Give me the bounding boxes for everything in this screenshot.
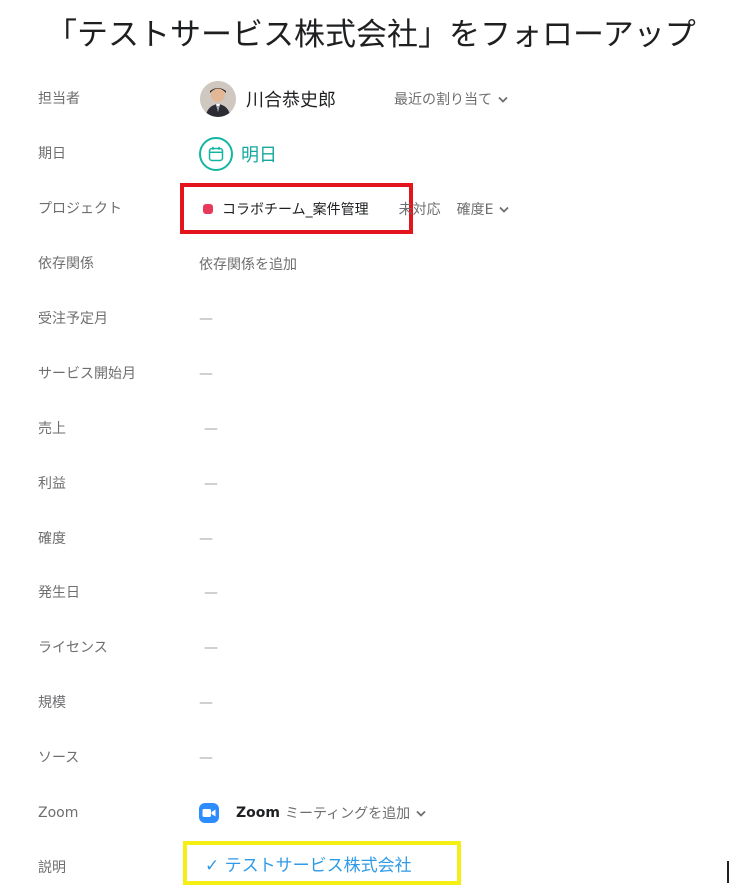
project-name[interactable]: コラボチーム_案件管理 [222,199,369,219]
field-label-order-month: 受注予定月 [38,311,108,327]
zoom-add-meeting-label: Zoom ミーティングを追加 [236,803,426,823]
field-row-source: ソース — [0,738,731,778]
description-link[interactable]: ✓ テストサービス株式会社 [205,851,412,876]
license-value[interactable]: — [204,628,218,668]
field-label-scale: 規模 [38,695,66,711]
empty-value: — [199,311,213,327]
chevron-down-icon [416,810,426,817]
field-row-due-date: 期日 明日 [0,134,731,174]
empty-value: — [204,640,218,656]
field-row-scale: 規模 — [0,683,731,723]
field-label-assignee: 担当者 [38,91,80,107]
field-label-due-date: 期日 [38,146,66,162]
scale-value[interactable]: — [199,683,213,723]
task-title[interactable]: 「テストサービス株式会社」をフォローアップ [46,12,731,58]
empty-value: — [199,695,213,711]
field-row-dependencies: 依存関係 依存関係を追加 [0,244,731,284]
field-label-certainty: 確度 [38,531,66,547]
field-row-sales: 売上 — [0,409,731,449]
empty-value: — [199,531,213,547]
field-row-license: ライセンス — [0,628,731,668]
field-row-zoom: Zoom Zoom ミーティングを追加 [0,793,731,833]
zoom-brand: Zoom [236,805,280,821]
calendar-icon [199,137,233,171]
add-dependency-label: 依存関係を追加 [199,257,297,273]
field-label-license: ライセンス [38,640,108,656]
certainty-field-value[interactable]: — [199,519,213,559]
occurred-date-value[interactable]: — [204,573,218,613]
field-row-profit: 利益 — [0,464,731,504]
field-label-service-start: サービス開始月 [38,366,136,382]
field-label-project: プロジェクト [38,201,122,217]
field-label-sales: 売上 [38,421,66,437]
empty-value: — [199,750,213,766]
empty-value: — [199,366,213,382]
zoom-action: ミーティングを追加 [284,806,411,822]
field-row-project: プロジェクト コラボチーム_案件管理 未対応 確度E [0,189,731,229]
assignee-value[interactable]: 川合恭史郎 最近の割り当て [199,79,508,119]
profit-value[interactable]: — [204,464,218,504]
field-row-certainty: 確度 — [0,519,731,559]
empty-value: — [204,421,218,437]
avatar[interactable] [200,81,236,117]
field-row-assignee: 担当者 川合恭史郎 最近の割り当て [0,79,731,119]
due-date-value[interactable]: 明日 [199,134,277,174]
order-month-value[interactable]: — [199,299,213,339]
field-label-source: ソース [38,750,80,766]
sales-value[interactable]: — [204,409,218,449]
project-section[interactable]: 未対応 [399,199,441,219]
empty-value: — [204,476,218,492]
field-label-occurred-date: 発生日 [38,585,80,601]
project-value[interactable]: コラボチーム_案件管理 未対応 確度E [203,189,510,229]
zoom-add-meeting-button[interactable]: Zoom ミーティングを追加 [199,793,426,833]
add-dependency-button[interactable]: 依存関係を追加 [199,244,297,284]
certainty-value: 確度E [456,202,494,218]
recent-assignments-label: 最近の割り当て [394,92,492,108]
field-label-dependencies: 依存関係 [38,256,94,272]
avatar-person-icon [200,81,236,117]
recent-assignments-dropdown[interactable]: 最近の割り当て [394,89,508,109]
field-label-zoom: Zoom [38,805,79,821]
due-date-text: 明日 [241,145,277,166]
source-value[interactable]: — [199,738,213,778]
text-cursor [727,861,729,883]
service-start-value[interactable]: — [199,354,213,394]
field-row-service-start: サービス開始月 — [0,354,731,394]
project-color-dot [203,204,213,214]
certainty-dropdown[interactable]: 確度E [457,199,510,219]
chevron-down-icon [498,96,508,103]
assignee-name[interactable]: 川合恭史郎 [246,86,336,112]
zoom-camera-icon [199,803,219,823]
field-label-description: 説明 [38,860,66,876]
field-row-order-month: 受注予定月 — [0,299,731,339]
field-label-profit: 利益 [38,476,66,492]
chevron-down-icon [499,206,510,213]
empty-value: — [204,585,218,601]
field-row-occurred-date: 発生日 — [0,573,731,613]
